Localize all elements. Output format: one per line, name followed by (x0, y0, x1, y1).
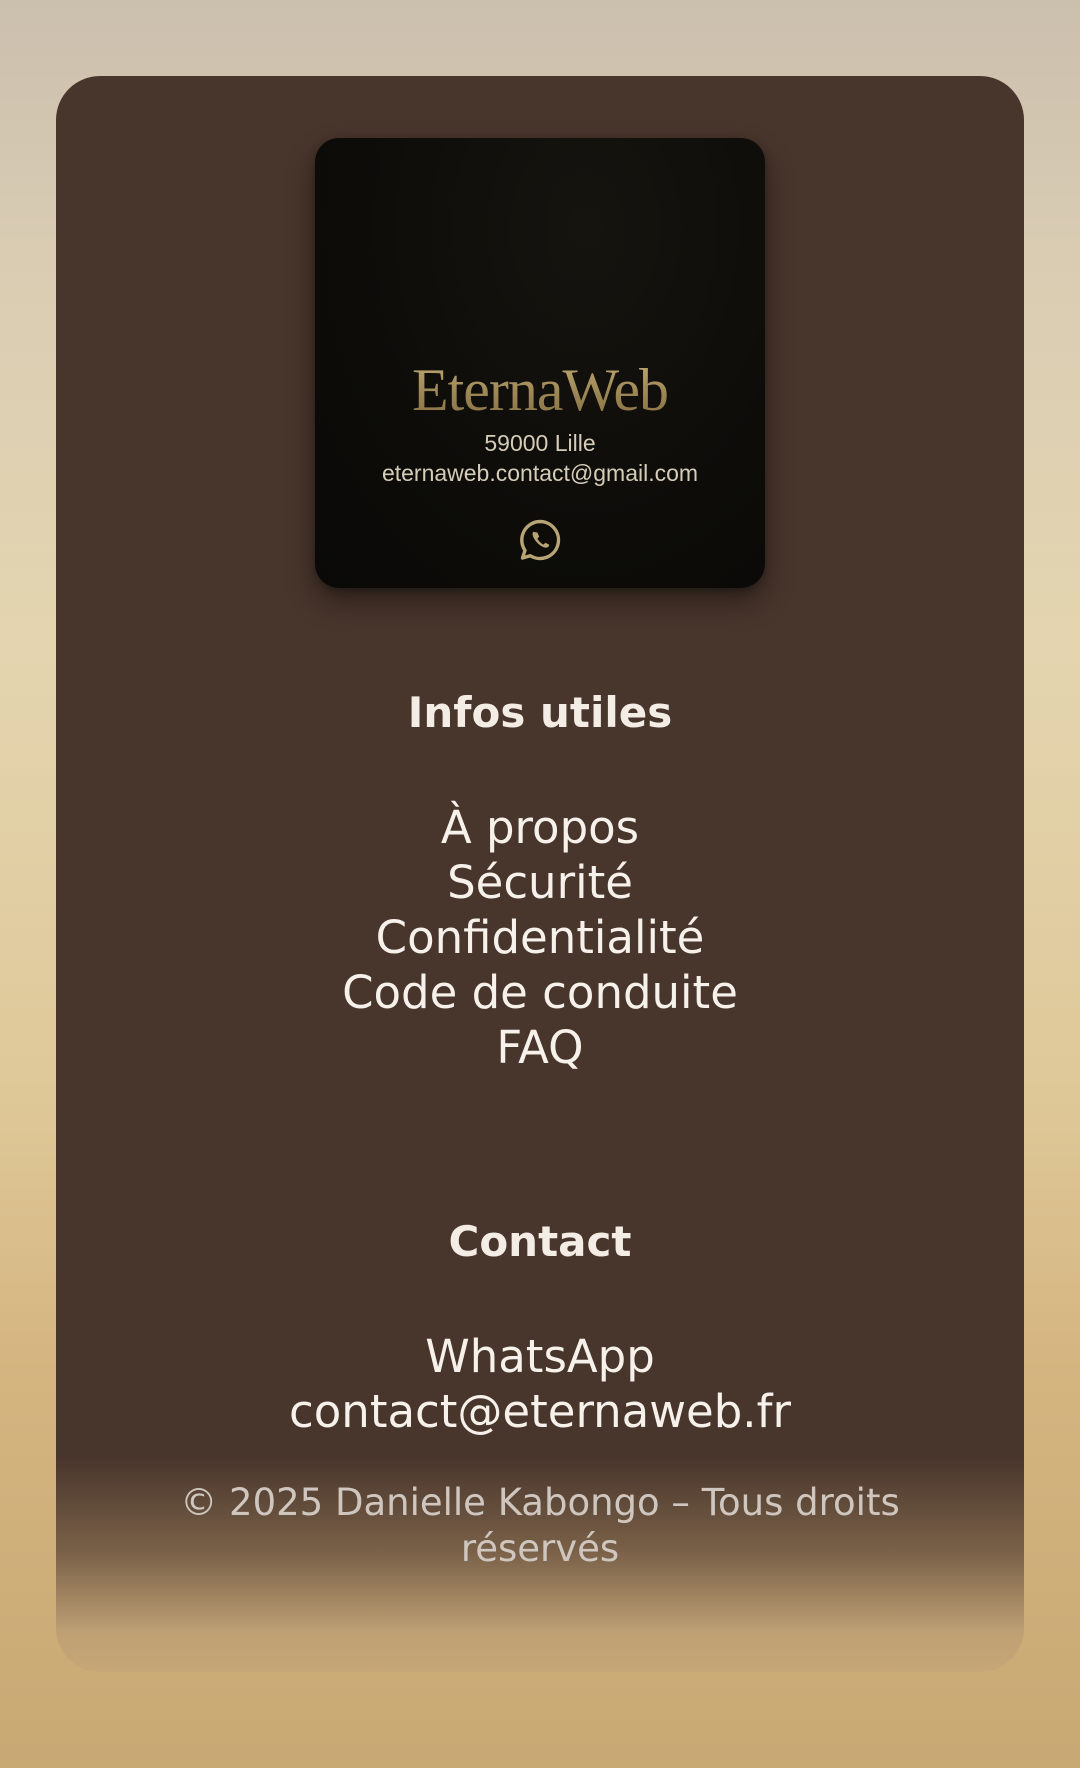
infos-utiles-title: Infos utiles (407, 688, 673, 737)
copyright-text: © 2025 Danielle Kabongo – Tous droits ré… (180, 1481, 900, 1570)
footer-card: EternaWeb 59000 Lille eternaweb.contact@… (56, 76, 1024, 1672)
link-a-propos[interactable]: À propos (56, 800, 1024, 855)
whatsapp-icon[interactable] (518, 518, 562, 562)
brand-email[interactable]: eternaweb.contact@gmail.com (315, 460, 765, 487)
link-contact-email[interactable]: contact@eternaweb.fr (56, 1384, 1024, 1439)
brand-logo-icon (503, 176, 577, 344)
link-confidentialite[interactable]: Confidentialité (56, 910, 1024, 965)
link-whatsapp[interactable]: WhatsApp (56, 1329, 1024, 1384)
link-code-de-conduite[interactable]: Code de conduite (56, 965, 1024, 1020)
brand-card: EternaWeb 59000 Lille eternaweb.contact@… (315, 138, 765, 588)
link-faq[interactable]: FAQ (56, 1020, 1024, 1075)
brand-name: EternaWeb (315, 356, 765, 424)
contact-links-list: WhatsApp contact@eternaweb.fr (56, 1329, 1024, 1439)
brand-address: 59000 Lille (484, 430, 596, 456)
link-securite[interactable]: Sécurité (56, 855, 1024, 910)
contact-title: Contact (448, 1217, 632, 1266)
infos-links-list: À propos Sécurité Confidentialité Code d… (56, 800, 1024, 1075)
